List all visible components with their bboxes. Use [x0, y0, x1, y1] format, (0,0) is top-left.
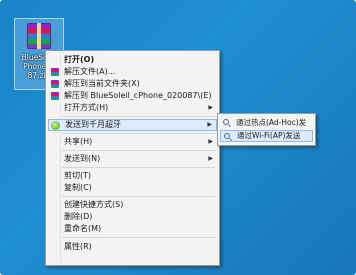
winrar-icon: [51, 92, 59, 100]
search-icon: [223, 119, 229, 125]
menu-item-label: 删除(D): [64, 212, 93, 221]
menu-item-share[interactable]: 共享(H) ▶: [48, 136, 217, 148]
menu-item-open-with[interactable]: 打开方式(H) ▶: [48, 102, 217, 114]
submenu-item-send-wifi-ap[interactable]: 通过Wi-Fi(AP)发送: [220, 130, 313, 142]
menu-item-extract-files[interactable]: 解压文件(A)...: [48, 66, 217, 78]
menu-separator: [62, 196, 215, 197]
chevron-right-icon: ▶: [208, 138, 213, 145]
bluetooth-send-icon: [51, 121, 60, 130]
menu-item-extract-here[interactable]: 解压到当前文件夹(X): [48, 78, 217, 90]
chevron-right-icon: ▶: [208, 155, 213, 162]
menu-item-label: 解压到当前文件夹(X): [64, 79, 140, 88]
menu-item-label: 属性(R): [64, 242, 92, 251]
menu-separator: [62, 133, 215, 134]
menu-item-properties[interactable]: 属性(R): [48, 241, 217, 253]
archive-strap: [37, 23, 41, 49]
menu-item-label: 打开(O): [64, 55, 95, 64]
submenu-item-label: 通过Wi-Fi(AP)发送: [237, 131, 301, 140]
menu-item-label: 剪切(T): [64, 171, 92, 180]
search-icon: [224, 133, 230, 139]
menu-separator: [62, 150, 215, 151]
winrar-icon: [51, 80, 59, 88]
menu-item-label: 解压到 BlueSoleil_cPhone_020087\(E): [64, 91, 212, 100]
chevron-right-icon: ▶: [207, 121, 212, 128]
menu-item-cut[interactable]: 剪切(T): [48, 170, 217, 182]
menu-separator: [62, 116, 215, 117]
send-to-bluetooth-submenu: 通过热点(Ad-Hoc)发送 通过Wi-Fi(AP)发送: [217, 113, 316, 146]
menu-separator: [62, 167, 215, 168]
menu-item-label: 发送到(N): [64, 154, 101, 163]
submenu-item-send-adhoc[interactable]: 通过热点(Ad-Hoc)发送: [220, 117, 313, 139]
menu-item-label: 共享(H): [64, 137, 93, 146]
menu-item-rename[interactable]: 重命名(M): [48, 223, 217, 235]
menu-item-label: 打开方式(H): [64, 103, 109, 112]
menu-item-label: 重命名(M): [64, 224, 102, 233]
chevron-right-icon: ▶: [208, 104, 213, 111]
menu-item-copy[interactable]: 复制(C): [48, 182, 217, 194]
menu-item-label: 解压文件(A)...: [64, 67, 116, 76]
menu-item-send-to[interactable]: 发送到(N) ▶: [48, 153, 217, 165]
menu-item-send-to-bluetooth[interactable]: 发送到千月超牙 ▶: [48, 119, 217, 131]
context-menu: 打开(O) 解压文件(A)... 解压到当前文件夹(X) 解压到 BlueSol…: [45, 50, 220, 266]
menu-item-label: 创建快捷方式(S): [64, 200, 124, 209]
menu-item-label: 复制(C): [64, 183, 92, 192]
menu-separator: [62, 237, 215, 238]
menu-item-create-shortcut[interactable]: 创建快捷方式(S): [48, 199, 217, 211]
menu-item-open[interactable]: 打开(O): [48, 54, 217, 66]
winrar-icon: [51, 68, 59, 76]
menu-item-delete[interactable]: 删除(D): [48, 211, 217, 223]
menu-item-label: 发送到千月超牙: [65, 120, 121, 129]
menu-item-extract-to-folder[interactable]: 解压到 BlueSoleil_cPhone_020087\(E): [48, 90, 217, 102]
